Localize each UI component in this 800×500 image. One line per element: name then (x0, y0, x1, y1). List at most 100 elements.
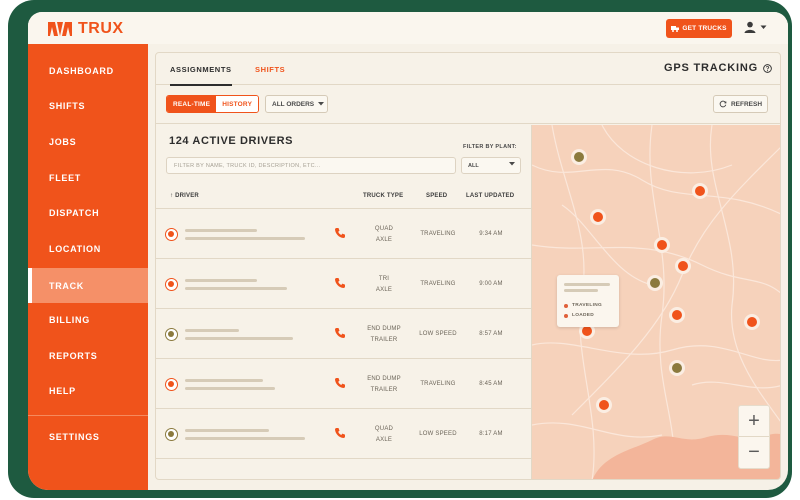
truck-type-line: TRAILER (370, 387, 398, 393)
sidebar-item-location[interactable]: LOCATION (28, 233, 148, 265)
sidebar-item-fleet[interactable]: FLEET (28, 162, 148, 194)
phone-icon[interactable] (334, 277, 346, 289)
map-marker-loaded-icon (590, 209, 606, 225)
filter-plant-label: FILTER BY PLANT: (463, 144, 517, 150)
user-icon (744, 21, 756, 33)
sidebar-item-shifts[interactable]: SHIFTS (28, 90, 148, 122)
sidebar-item-help[interactable]: HELP (28, 375, 148, 407)
legend-label: TRAVELING (572, 303, 603, 308)
history-button[interactable]: HISTORY (216, 96, 259, 112)
truck-type-line: AXLE (375, 237, 393, 243)
map-marker-loaded-icon (692, 183, 708, 199)
sidebar-item-dashboard[interactable]: DASHBOARD (28, 55, 148, 87)
speed-cell: TRAVELING (420, 381, 456, 387)
get-trucks-button[interactable]: GET TRUCKS (666, 19, 732, 38)
phone-icon[interactable] (334, 427, 346, 439)
user-menu[interactable] (744, 21, 767, 33)
active-drivers-title: 124 ACTIVE DRIVERS (169, 135, 294, 147)
tab-label: ASSIGNMENTS (170, 64, 232, 74)
status-dot-icon (165, 428, 178, 441)
status-dot-icon (165, 228, 178, 241)
chevron-down-icon (760, 25, 767, 29)
sidebar-item-label: FLEET (49, 173, 81, 183)
plant-filter-value: ALL (468, 162, 479, 169)
truck-type-cell: END DUMP TRAILER (356, 374, 412, 396)
sidebar-divider (28, 415, 148, 416)
truck-type-line: AXLE (375, 437, 393, 443)
phone-icon[interactable] (334, 227, 346, 239)
driver-name-placeholder (185, 329, 239, 332)
refresh-button[interactable]: REFRESH (713, 95, 768, 113)
driver-name-placeholder (185, 229, 257, 232)
map-marker-loaded-icon (596, 397, 612, 413)
realtime-button[interactable]: REAL-TIME (167, 96, 217, 112)
column-header-truck-type[interactable]: TRUCK TYPE (363, 193, 403, 199)
sidebar-item-label: JOBS (49, 137, 77, 147)
brand-name: TRUX (78, 20, 124, 37)
table-row[interactable]: QUAD AXLE TRAVELING 9:34 AM (156, 210, 531, 259)
logo[interactable]: TRUX (48, 20, 124, 38)
truck-type-cell: QUAD AXLE (356, 224, 412, 246)
driver-detail-placeholder (185, 437, 305, 440)
sidebar-item-label: DASHBOARD (49, 66, 114, 76)
sidebar-item-label: SHIFTS (49, 101, 86, 111)
tab-shifts[interactable]: SHIFTS (255, 53, 285, 85)
driver-detail-placeholder (185, 237, 305, 240)
table-header: ↑ DRIVER TRUCK TYPE SPEED LAST UPDATED (156, 185, 531, 209)
search-input[interactable]: FILTER BY NAME, TRUCK ID, DESCRIPTION, E… (166, 157, 456, 174)
phone-icon[interactable] (334, 327, 346, 339)
map-marker-loaded-icon (654, 237, 670, 253)
phone-icon[interactable] (334, 377, 346, 389)
driver-detail-placeholder (185, 387, 275, 390)
truck-type-cell: TRI AXLE (356, 274, 412, 296)
truck-type-line: QUAD (374, 226, 394, 232)
truck-type-line: END DUMP (367, 326, 401, 332)
legend-title-placeholder (564, 283, 610, 286)
column-header-driver[interactable]: ↑ DRIVER (170, 193, 199, 199)
tracking-panel: ASSIGNMENTS SHIFTS GPS TRACKING REAL-TIM… (155, 52, 781, 480)
table-row[interactable]: END DUMP TRAILER LOW SPEED 8:57 AM (156, 310, 531, 359)
speed-cell: LOW SPEED (419, 431, 457, 437)
sidebar-item-track[interactable]: TRACK (28, 268, 148, 303)
sidebar-item-billing[interactable]: BILLING (28, 304, 148, 336)
legend-dot-icon (564, 313, 568, 318)
device-frame: TRUX GET TRUCKS DASHBOARD SHIFTS JOBS FL… (8, 0, 792, 498)
top-bar: TRUX GET TRUCKS (28, 12, 788, 44)
tab-label: SHIFTS (255, 64, 286, 74)
orders-filter-dropdown[interactable]: ALL ORDERS (265, 95, 328, 113)
status-dot-icon (165, 378, 178, 391)
sidebar-item-label: TRACK (49, 280, 84, 291)
sidebar-item-jobs[interactable]: JOBS (28, 126, 148, 158)
tabs-row: ASSIGNMENTS SHIFTS GPS TRACKING (156, 53, 780, 86)
map-marker-loaded-icon (669, 307, 685, 323)
sidebar-item-label: LOCATION (49, 244, 101, 254)
controls-row: REAL-TIME HISTORY ALL ORDERS REFRESH (156, 86, 780, 124)
last-updated-cell: 9:00 AM (479, 281, 503, 287)
zoom-out-button[interactable]: − (739, 437, 769, 468)
table-row[interactable]: QUAD AXLE LOW SPEED 8:17 AM (156, 410, 531, 459)
table-row[interactable]: END DUMP TRAILER TRAVELING 8:45 AM (156, 360, 531, 409)
legend-subtitle-placeholder (564, 289, 598, 292)
truck-type-line: TRAILER (370, 337, 398, 343)
column-header-speed[interactable]: SPEED (426, 193, 447, 199)
last-updated-cell: 8:57 AM (479, 331, 503, 337)
last-updated-cell: 9:34 AM (479, 231, 503, 237)
sidebar-item-settings[interactable]: SETTINGS (28, 421, 148, 453)
tab-assignments[interactable]: ASSIGNMENTS (170, 53, 232, 86)
table-row[interactable]: TRI AXLE TRAVELING 9:00 AM (156, 260, 531, 309)
sidebar-item-label: BILLING (49, 315, 90, 325)
zoom-in-button[interactable]: + (739, 406, 769, 437)
truck-icon (671, 26, 680, 32)
map-marker-traveling-icon (669, 360, 685, 376)
plant-filter-select[interactable]: ALL (461, 157, 521, 174)
driver-name-placeholder (185, 429, 269, 432)
sidebar-item-dispatch[interactable]: DISPATCH (28, 197, 148, 229)
column-header-last-updated[interactable]: LAST UPDATED (466, 193, 514, 199)
map-marker-loaded-icon (744, 314, 760, 330)
gps-tracking-title: GPS TRACKING (664, 62, 772, 74)
refresh-label: REFRESH (730, 100, 763, 108)
driver-name-placeholder (185, 279, 257, 282)
help-circle-icon[interactable] (763, 63, 772, 73)
gps-map[interactable]: TRAVELING LOADED + − (531, 125, 780, 479)
sidebar-item-reports[interactable]: REPORTS (28, 340, 148, 372)
